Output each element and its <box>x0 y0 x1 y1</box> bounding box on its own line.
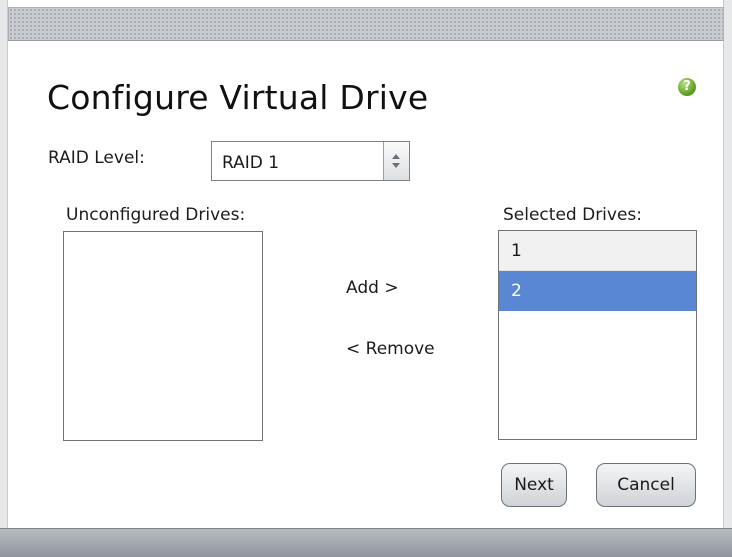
add-button[interactable]: Add > <box>346 278 399 298</box>
unconfigured-drives-list[interactable] <box>63 231 263 441</box>
help-question-icon[interactable]: ? <box>678 78 696 96</box>
unconfigured-drives-label: Unconfigured Drives: <box>66 205 246 225</box>
arrow-up-icon <box>392 154 400 159</box>
dialog-title: Configure Virtual Drive <box>47 78 429 117</box>
window-frame-left <box>0 0 8 556</box>
list-item-selected[interactable]: 2 <box>499 271 696 311</box>
selected-drives-label: Selected Drives: <box>503 205 643 225</box>
window-frame-right <box>723 0 732 556</box>
dialog-titlebar-drag-handle[interactable] <box>8 7 724 41</box>
dialog-footer-bar <box>0 528 732 557</box>
raid-level-value: RAID 1 <box>222 153 280 173</box>
cancel-button[interactable]: Cancel <box>596 463 696 507</box>
remove-button[interactable]: < Remove <box>346 339 435 359</box>
next-button[interactable]: Next <box>501 463 567 507</box>
spinner-arrows-icon[interactable] <box>383 142 409 180</box>
raid-level-select[interactable]: RAID 1 <box>211 141 410 181</box>
selected-drives-list[interactable]: 1 2 <box>498 230 697 440</box>
raid-level-label: RAID Level: <box>48 148 145 168</box>
arrow-down-icon <box>392 163 400 168</box>
list-item[interactable]: 1 <box>499 231 696 271</box>
configure-virtual-drive-dialog: Configure Virtual Drive ? RAID Level: RA… <box>0 0 732 557</box>
